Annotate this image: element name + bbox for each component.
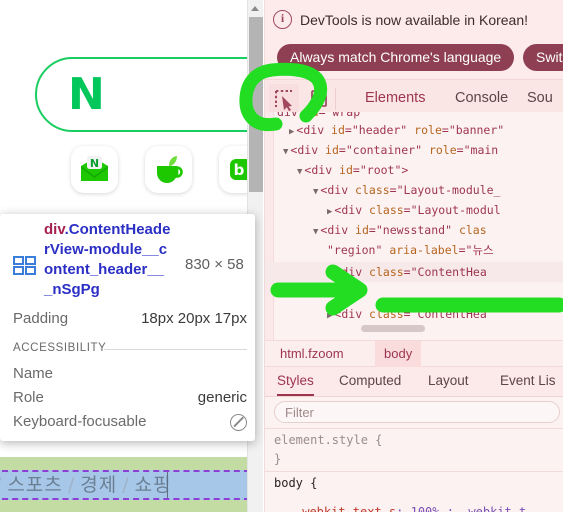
chevron-right-icon[interactable]: ▶ (327, 269, 332, 279)
declaration-property[interactable]: -webkit-text-s (295, 505, 396, 512)
rule-selector: body (274, 476, 303, 490)
dom-horizontal-scrollbar[interactable] (361, 325, 425, 332)
chevron-down-icon[interactable]: ▼ (297, 167, 302, 177)
cafe-icon-glyph (157, 156, 183, 183)
tooltip-element-name: div.ContentHeaderView-module__content_he… (44, 220, 172, 300)
tab-console[interactable]: Console (455, 90, 508, 106)
inspect-element-glyph (275, 90, 292, 111)
tab-sources[interactable]: Sou (527, 90, 553, 106)
tooltip-row-keyboard-focusable: Keyboard-focusable (13, 411, 247, 433)
tooltip-padding-value: 18px 20px 17px (141, 310, 247, 327)
rule-selector: element.style (274, 433, 368, 447)
tab-styles[interactable]: Styles (277, 373, 314, 396)
tooltip-row-key: Keyboard-focusable (13, 413, 147, 430)
banner-message-row: i DevTools is now available in Korean! (273, 10, 528, 29)
svg-text:b: b (234, 161, 245, 179)
declaration-value[interactable]: 100% ; -webkit-t (411, 505, 527, 512)
cafe-icon[interactable] (145, 146, 192, 193)
dom-row-layout[interactable]: ▼ <div class="Layout-module_ (313, 180, 500, 200)
device-toolbar-glyph (311, 90, 327, 107)
chevron-right-icon[interactable]: ▶ (289, 127, 294, 137)
dom-row-newsstand-cont: "region" aria-label="뉴스 (327, 243, 494, 257)
dom-row-header[interactable]: ▶ <div id="header" role="banner" (289, 120, 504, 140)
tooltip-tag-name: div (44, 221, 65, 238)
chevron-right-icon[interactable]: ▶ (327, 207, 332, 217)
breadcrumb: html.fzoom body (265, 340, 563, 367)
page-nav-links: /스포츠/경제/쇼핑 (0, 471, 247, 499)
screenshot-root: N N b /스포츠/경제/쇼핑 (0, 0, 563, 512)
dom-tree-gutter (265, 112, 274, 340)
tooltip-row-key: Role (13, 389, 44, 406)
rule-declaration[interactable]: -webkit-text-s: 100% ; -webkit-t (295, 505, 526, 512)
rule-close-brace: } (274, 452, 282, 466)
dom-row-root[interactable]: ▼ <div id="root"> (297, 160, 408, 180)
scroll-up-arrow-icon[interactable] (248, 0, 263, 17)
search-box[interactable] (35, 57, 247, 132)
info-icon: i (273, 10, 292, 29)
nav-link-sports[interactable]: 스포츠 (7, 474, 62, 496)
nav-separator: / (0, 474, 2, 496)
devtools-panel: i DevTools is now available in Korean! A… (264, 0, 563, 512)
dom-row-contentheader-2[interactable]: ▶ <div class="ContentHea (327, 304, 487, 324)
toolbar-divider (335, 88, 336, 110)
chevron-down-icon[interactable]: ▼ (313, 187, 318, 197)
tooltip-padding-label: Padding (13, 310, 69, 327)
chevron-down-icon[interactable]: ▼ (283, 147, 288, 157)
tooltip-dimensions: 830 × 58 (185, 256, 244, 273)
tooltip-divider (104, 349, 247, 350)
mail-icon-glyph: N (81, 156, 108, 181)
blog-icon[interactable]: b (219, 146, 247, 193)
dom-tree[interactable]: div id="wrap" ▶ <div id="header" role="ba… (265, 112, 563, 340)
styles-tab-strip: Styles Computed Layout Event Lis (265, 367, 563, 397)
text-caret (167, 472, 168, 498)
language-banner: i DevTools is now available in Korean! A… (265, 0, 563, 80)
tab-event-listeners[interactable]: Event Lis (500, 373, 556, 388)
blog-icon-glyph: b (230, 159, 247, 180)
filter-row (265, 397, 563, 427)
tooltip-row-value: generic (197, 389, 247, 406)
svg-text:N: N (90, 157, 99, 170)
tooltip-row-name: Name (13, 363, 247, 385)
tab-computed[interactable]: Computed (339, 373, 401, 388)
dom-row-newsstand[interactable]: ▼ <div id="newsstand" clas (313, 220, 487, 240)
breadcrumb-item-html[interactable]: html.fzoom (271, 341, 353, 367)
filter-input[interactable] (274, 401, 560, 423)
chevron-down-icon[interactable]: ▼ (313, 227, 318, 237)
selected-dom-row[interactable]: ▶ <div class="ContentHea (265, 262, 563, 282)
device-toolbar-icon[interactable] (311, 89, 327, 109)
rule-body[interactable]: body { (265, 471, 563, 495)
tooltip-accessibility-header: ACCESSIBILITY (13, 342, 107, 354)
inspect-element-icon[interactable] (269, 84, 299, 114)
breadcrumb-item-body[interactable]: body (375, 341, 422, 367)
nav-separator: / (122, 474, 130, 496)
layout-grid-glyph (13, 256, 36, 275)
styles-rule-list[interactable]: element.style { } body { (265, 428, 563, 512)
nav-link-economy[interactable]: 경제 (80, 474, 117, 496)
naver-logo: N (68, 69, 105, 120)
banner-message: DevTools is now available in Korean! (300, 11, 529, 28)
tooltip-row-key: Name (13, 365, 54, 382)
element-inspector-tooltip: div.ContentHeaderView-module__content_he… (0, 214, 255, 441)
tooltip-row-role: Role generic (13, 387, 247, 409)
nav-separator: / (67, 474, 76, 496)
rule-open-brace: { (375, 433, 383, 447)
chevron-right-icon[interactable]: ▶ (327, 311, 332, 321)
dom-row-container[interactable]: ▼ <div id="container" role="main (283, 140, 498, 160)
switch-button[interactable]: Switch (523, 44, 563, 71)
dom-row-layout-child[interactable]: ▶ <div class="Layout-modul (327, 200, 501, 220)
scrollbar-thumb[interactable] (249, 17, 263, 192)
rule-element-style[interactable]: element.style { } (265, 429, 563, 471)
mail-icon[interactable]: N (71, 146, 118, 193)
not-allowed-icon (230, 414, 247, 431)
always-match-language-button[interactable]: Always match Chrome's language (277, 44, 515, 71)
tab-layout[interactable]: Layout (428, 373, 469, 388)
layout-grid-icon (13, 256, 36, 276)
rule-open-brace: { (310, 476, 318, 490)
